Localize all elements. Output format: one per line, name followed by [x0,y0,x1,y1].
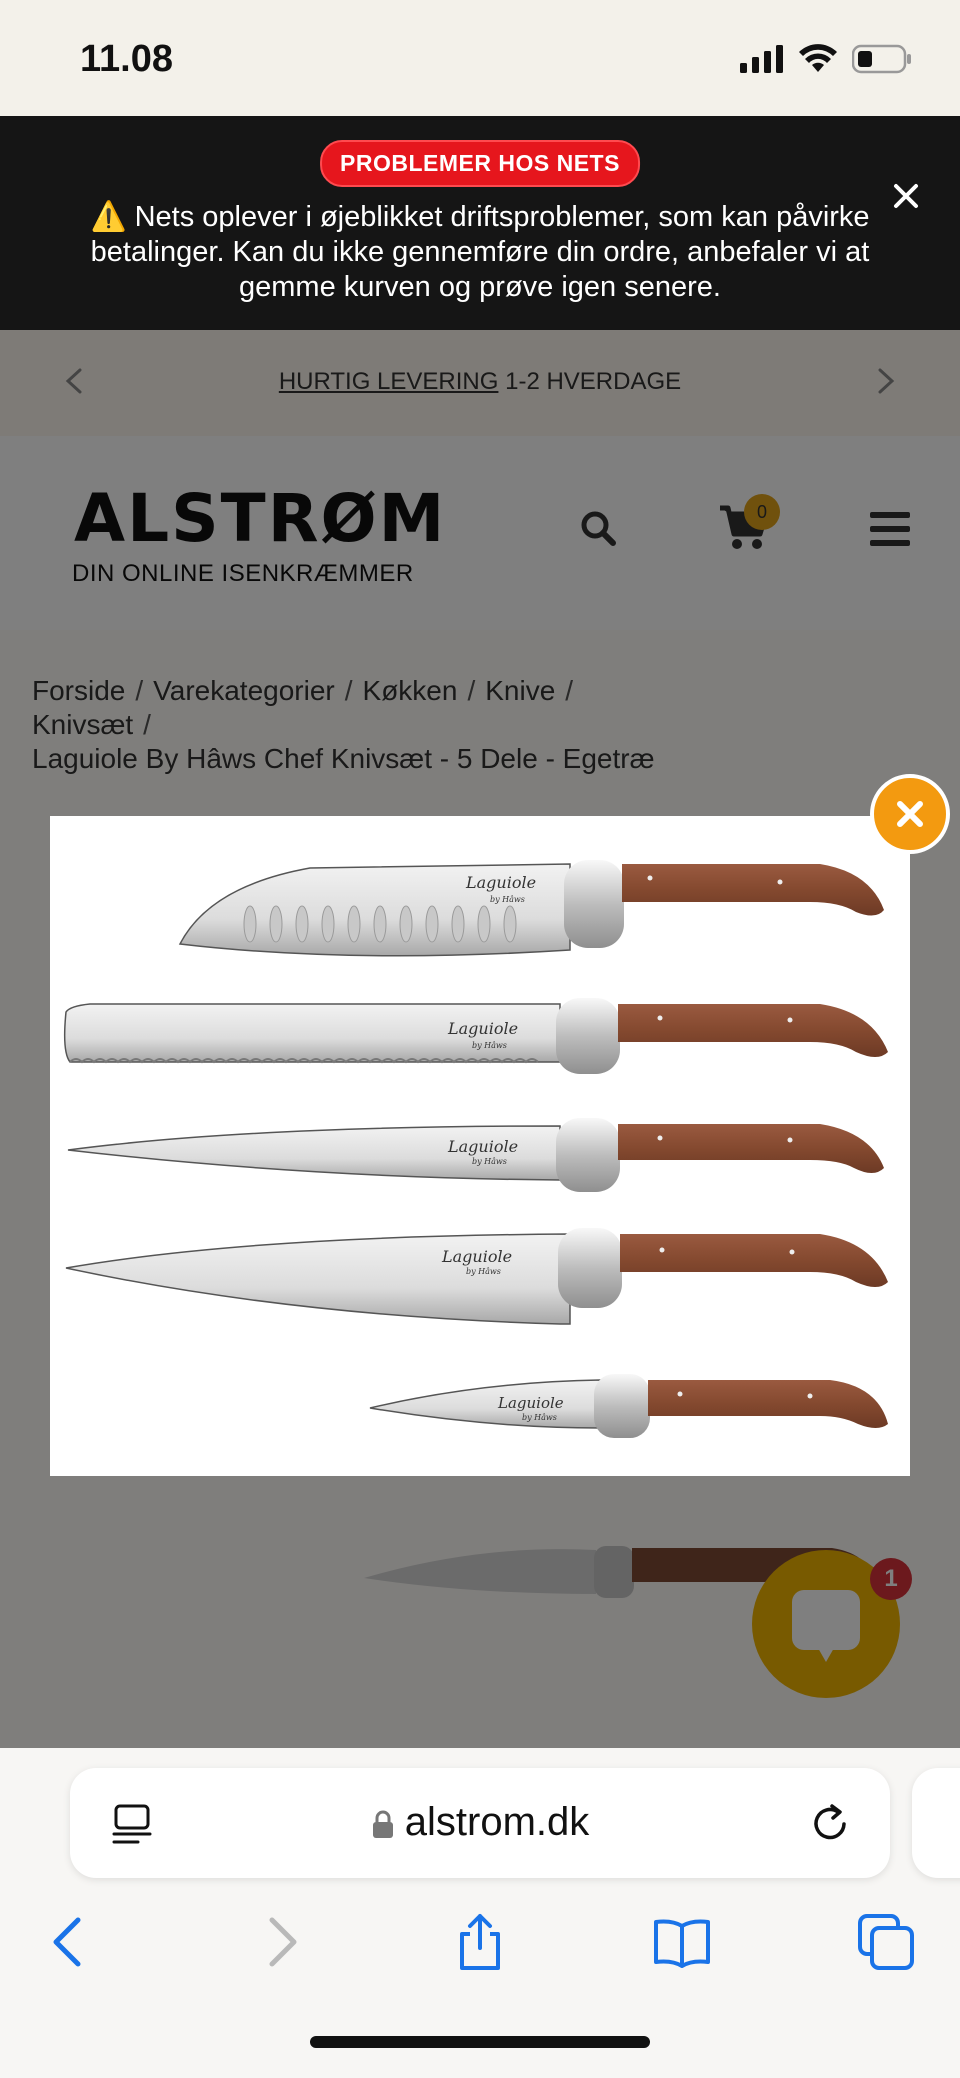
wifi-icon [799,44,837,72]
next-tab-peek[interactable] [912,1768,960,1878]
engraving-subtext: by Hâws [490,895,525,904]
status-time: 11.08 [80,38,173,80]
lock-icon [372,1810,393,1838]
nets-alert-banner: PROBLEMER HOS NETS ⚠️ Nets oplever i øje… [0,116,960,330]
chef-knife [65,1228,888,1325]
share-icon[interactable] [450,1912,510,1972]
url-text: alstrom.dk [404,1800,590,1844]
close-icon [897,801,923,827]
alert-badge: PROBLEMER HOS NETS [320,140,640,187]
tabs-icon[interactable] [856,1912,916,1972]
bookmarks-icon[interactable] [652,1912,712,1972]
address-bar[interactable]: alstrom.dk [70,1768,890,1878]
url-display[interactable]: alstrom.dk [70,1800,890,1845]
engraving-subtext: by Hâws [472,1041,507,1050]
engraving-subtext: by Hâws [522,1413,557,1422]
status-bar: 11.08 [0,0,960,116]
engraving-subtext: by Hâws [466,1267,501,1276]
forward-icon[interactable] [250,1912,310,1972]
product-image-lightbox: Laguiole by Hâws Laguiole by Hâws Laguio… [50,816,910,1476]
alert-close-icon[interactable] [886,176,926,216]
engraving-text: Laguiole [447,1019,518,1038]
browser-toolbar: alstrom.dk [0,1748,960,2078]
engraving-text: Laguiole [441,1247,512,1266]
signal-icon [740,45,783,73]
battery-icon [852,44,911,74]
knife-set-image: Laguiole by Hâws Laguiole by Hâws Laguio… [63,860,888,1438]
engraving-text: Laguiole [497,1394,564,1412]
lightbox-close-button[interactable] [870,774,950,854]
engraving-text: Laguiole [447,1137,518,1156]
engraving-text: Laguiole [465,873,536,892]
reload-icon[interactable] [808,1800,854,1846]
paring-knife [369,1374,888,1438]
engraving-subtext: by Hâws [472,1157,507,1166]
home-indicator [310,2036,650,2048]
alert-message: ⚠️ Nets oplever i øjeblikket driftsprobl… [90,201,870,303]
status-icons [740,44,912,74]
back-icon[interactable] [40,1912,100,1972]
